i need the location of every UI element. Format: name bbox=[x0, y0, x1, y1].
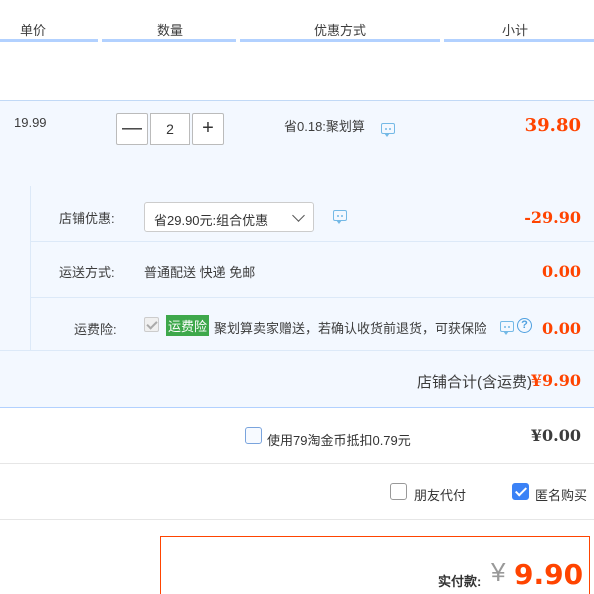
shipping-insurance-amount: 0.00 bbox=[542, 319, 581, 338]
header-divider bbox=[444, 39, 594, 42]
decrease-quantity-button[interactable]: — bbox=[116, 113, 148, 145]
shipping-insurance-row: 运费险: 运费险 聚划算卖家赠送，若确认收货前退货，可获保险赔付 ? 0.00 bbox=[31, 298, 594, 350]
header-divider bbox=[0, 39, 98, 42]
shop-total-row: 店铺合计(含运费) ¥9.90 bbox=[0, 350, 594, 408]
shipping-amount: 0.00 bbox=[542, 262, 581, 281]
shop-discount-select[interactable]: 省29.90元:组合优惠 bbox=[144, 202, 314, 232]
chevron-down-icon bbox=[292, 209, 305, 222]
coins-amount: ¥0.00 bbox=[530, 426, 581, 445]
shipping-insurance-label: 运费险: bbox=[74, 322, 117, 337]
header-divider bbox=[102, 39, 236, 42]
increase-quantity-button[interactable]: + bbox=[192, 113, 224, 145]
item-subtotal: 39.80 bbox=[524, 115, 581, 136]
message-icon[interactable] bbox=[333, 210, 347, 224]
friend-pay-label: 朋友代付 bbox=[414, 488, 467, 503]
shop-total-amount: ¥9.90 bbox=[530, 371, 581, 390]
shipping-label: 运送方式: bbox=[59, 265, 115, 280]
column-header-quantity: 数量 bbox=[157, 23, 184, 38]
message-icon[interactable] bbox=[500, 321, 514, 335]
shipping-method: 普通配送 快递 免邮 bbox=[144, 265, 256, 280]
friend-pay-checkbox[interactable] bbox=[390, 483, 407, 500]
column-header-subtotal: 小计 bbox=[502, 23, 529, 38]
shipping-insurance-checkbox bbox=[144, 317, 159, 332]
payment-summary: 实付款: ¥ 9.90 bbox=[160, 536, 590, 594]
shop-discount-label: 店铺优惠: bbox=[59, 211, 115, 226]
payment-label: 实付款: bbox=[438, 574, 482, 589]
header-divider bbox=[240, 39, 440, 42]
shop-total-label: 店铺合计(含运费) bbox=[417, 374, 532, 391]
column-header-price: 单价 bbox=[20, 23, 47, 38]
order-item-row: 19.99 — + 省0.18:聚划算 39.80 bbox=[0, 100, 594, 186]
currency-symbol: ¥ bbox=[491, 557, 506, 587]
use-coins-label: 使用79淘金币抵扣0.79元 bbox=[267, 433, 411, 448]
unit-price: 19.99 bbox=[14, 115, 47, 130]
item-promo-text: 省0.18:聚划算 bbox=[284, 119, 365, 134]
anonymous-purchase-checkbox[interactable] bbox=[512, 483, 529, 500]
taobao-coins-row: 使用79淘金币抵扣0.79元 ¥0.00 bbox=[0, 408, 594, 464]
shipping-insurance-description: 聚划算卖家赠送，若确认收货前退货，可获保险赔付 bbox=[214, 321, 486, 336]
shop-options: 店铺优惠: 省29.90元:组合优惠 -29.90 运送方式: 普通配送 快递 … bbox=[0, 186, 594, 350]
message-icon[interactable] bbox=[381, 123, 395, 137]
shipping-row: 运送方式: 普通配送 快递 免邮 0.00 bbox=[31, 242, 594, 298]
shipping-insurance-badge: 运费险 bbox=[166, 315, 210, 336]
anonymous-purchase-label: 匿名购买 bbox=[535, 488, 588, 503]
table-header: 单价 数量 优惠方式 小计 bbox=[0, 0, 594, 44]
shop-discount-select-value: 省29.90元:组合优惠 bbox=[154, 213, 269, 228]
shop-discount-row: 店铺优惠: 省29.90元:组合优惠 -29.90 bbox=[31, 186, 594, 242]
help-icon[interactable]: ? bbox=[517, 318, 532, 333]
use-coins-checkbox[interactable] bbox=[245, 427, 262, 444]
payment-amount: 9.90 bbox=[514, 558, 584, 591]
shop-discount-amount: -29.90 bbox=[524, 208, 581, 227]
column-header-promo: 优惠方式 bbox=[314, 23, 367, 38]
payment-options-row: 朋友代付 匿名购买 bbox=[0, 464, 594, 520]
quantity-input[interactable] bbox=[150, 113, 190, 145]
